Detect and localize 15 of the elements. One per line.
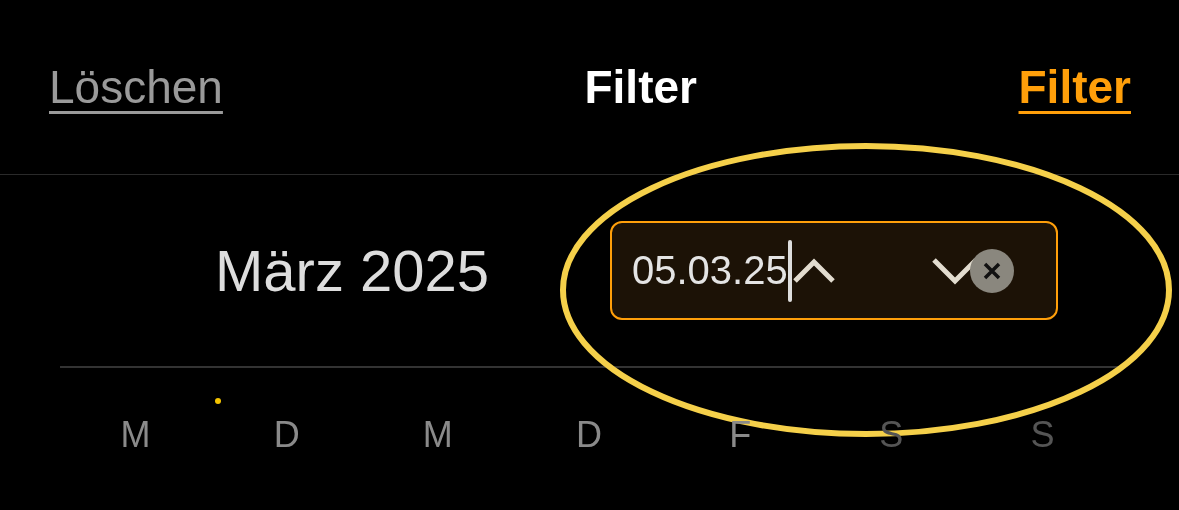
- header-title: Filter: [584, 60, 697, 114]
- weekday-label: M: [119, 413, 152, 456]
- date-input-field[interactable]: 05.03.25: [610, 221, 1058, 320]
- chevron-up-icon[interactable]: [791, 257, 836, 284]
- clear-icon[interactable]: [968, 247, 1015, 294]
- event-dot: [215, 398, 222, 404]
- weekday-label: M: [421, 413, 454, 456]
- month-title: März 2025: [215, 237, 491, 304]
- apply-filter-link[interactable]: Filter: [1018, 60, 1131, 114]
- weekday-label: D: [211, 394, 363, 456]
- weekday-label: D: [575, 413, 603, 456]
- weekday-label: F: [728, 413, 753, 456]
- clear-link[interactable]: Löschen: [49, 60, 223, 114]
- weekday-label: S: [1029, 413, 1056, 456]
- text-cursor: [787, 239, 792, 302]
